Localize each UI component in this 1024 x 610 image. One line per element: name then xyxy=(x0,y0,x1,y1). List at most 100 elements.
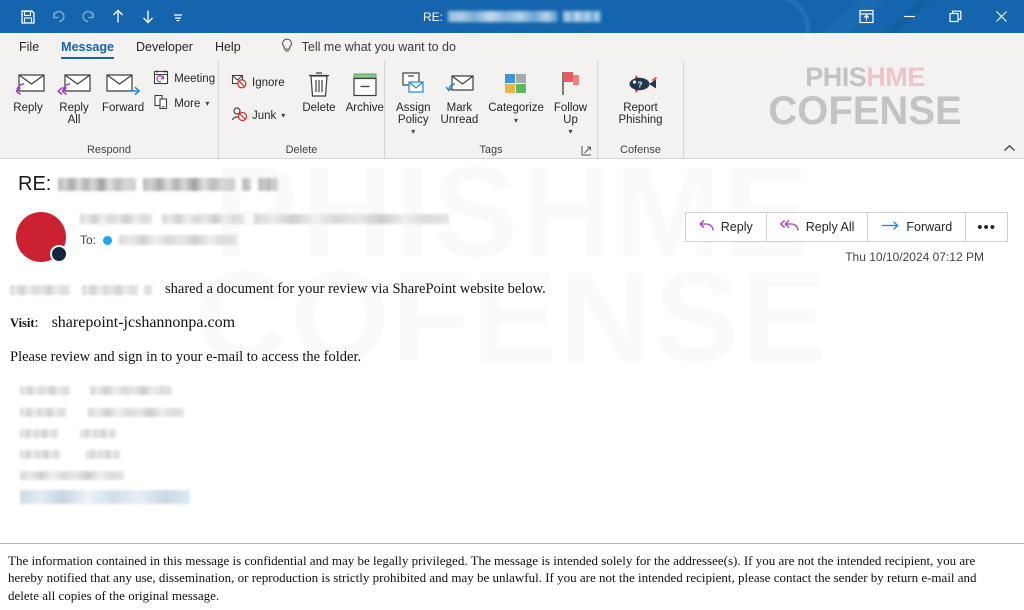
ribbon-report-phishing-label: Report Phishing xyxy=(618,102,663,126)
sender-block: To: xyxy=(80,206,686,247)
ribbon-assign-policy-button[interactable]: Assign Policy ▾ xyxy=(391,64,436,139)
sender-name-redacted-1 xyxy=(80,214,152,224)
signature-redacted-2a xyxy=(20,407,66,417)
quick-access-toolbar xyxy=(0,4,192,30)
ribbon-report-phishing-button[interactable]: ? Report Phishing xyxy=(603,64,678,126)
ribbon-group-tags-label: Tags xyxy=(385,142,597,158)
tab-developer[interactable]: Developer xyxy=(125,33,204,61)
ribbon-archive-label: Archive xyxy=(345,102,384,114)
message-reply-all-button[interactable]: Reply All xyxy=(765,212,869,242)
ribbon-mark-unread-button[interactable]: Mark Unread xyxy=(436,64,484,126)
undo-icon[interactable] xyxy=(44,4,72,30)
body-line-1: shared a document for your review via Sh… xyxy=(10,281,1008,297)
tell-me-search[interactable]: Tell me what you want to do xyxy=(280,33,456,61)
presence-indicator xyxy=(50,245,68,263)
signature-link-redacted xyxy=(20,490,190,504)
ribbon-meeting-button[interactable]: Meeting xyxy=(149,66,219,91)
message-subject: RE: xyxy=(0,159,1024,196)
tab-message-label: Message xyxy=(61,40,114,54)
ribbon-group-respond-label: Respond xyxy=(86,144,132,156)
chevron-down-icon: ▾ xyxy=(411,127,416,136)
tab-help-label: Help xyxy=(214,40,241,54)
ribbon-delete-button[interactable]: Delete xyxy=(297,64,340,115)
forward-icon xyxy=(881,219,899,235)
tab-help[interactable]: Help xyxy=(204,33,252,61)
subject-prefix: RE: xyxy=(18,173,52,195)
ribbon-group-cofense: ? Report Phishing Cofense xyxy=(598,61,684,158)
tags-dialog-launcher-icon[interactable] xyxy=(581,145,593,157)
chevron-down-icon: ▾ xyxy=(205,99,210,108)
to-label: To: xyxy=(80,233,97,247)
signature-redacted-4a xyxy=(20,450,60,460)
ribbon: Reply Reply All Forward Meeting More ▾ R… xyxy=(0,61,1024,159)
close-icon[interactable] xyxy=(978,0,1024,33)
ribbon-junk-button[interactable]: Junk ▾ xyxy=(227,103,289,128)
signature-row-1 xyxy=(20,383,1008,398)
reply-icon xyxy=(698,219,714,235)
next-item-icon[interactable] xyxy=(134,4,162,30)
ribbon-reply-all-button[interactable]: Reply All xyxy=(51,64,97,126)
ribbon-forward-button[interactable]: Forward xyxy=(97,64,149,115)
signature-row-5 xyxy=(20,468,1008,483)
ribbon-forward-label: Forward xyxy=(102,102,145,114)
ribbon-reply-all-label: Reply All xyxy=(59,102,89,126)
message-more-actions-button[interactable]: ••• xyxy=(965,212,1008,242)
ribbon-categorize-label: Categorize xyxy=(488,102,544,114)
delete-icon xyxy=(306,68,332,100)
body-line-1-text: shared a document for your review via Sh… xyxy=(165,281,546,297)
ribbon-assign-policy-label: Assign Policy xyxy=(396,102,431,126)
body-sender-redacted-1 xyxy=(10,284,70,295)
reply-all-icon xyxy=(779,219,799,235)
window-title-prefix: RE: xyxy=(422,9,443,24)
recipient-redacted xyxy=(119,235,238,245)
avatar[interactable] xyxy=(16,212,68,263)
more-actions-icon: ••• xyxy=(977,218,996,236)
chevron-down-icon: ▾ xyxy=(514,115,519,125)
follow-up-icon xyxy=(556,68,584,100)
title-bar: RE: xyxy=(0,0,1024,33)
phishing-url[interactable]: sharepoint-jcshannonpa.com xyxy=(52,314,236,332)
customize-quick-access-toolbar-icon[interactable] xyxy=(164,4,192,30)
subject-redacted-1 xyxy=(58,178,137,191)
redo-icon[interactable] xyxy=(74,4,102,30)
signature-block xyxy=(10,383,1008,504)
ribbon-reply-button[interactable]: Reply xyxy=(5,64,51,115)
previous-item-icon[interactable] xyxy=(104,4,132,30)
signature-redacted-3a xyxy=(20,428,58,438)
restore-icon[interactable] xyxy=(932,0,978,33)
window-title-redacted-2 xyxy=(563,11,601,22)
ribbon-more-button[interactable]: More ▾ xyxy=(149,91,219,116)
signature-redacted-4b xyxy=(85,450,120,460)
collapse-ribbon-icon[interactable] xyxy=(1003,142,1016,156)
ribbon-ignore-label: Ignore xyxy=(252,76,285,89)
ribbon-categorize-button[interactable]: Categorize ▾ xyxy=(483,64,549,127)
ribbon-junk-label: Junk xyxy=(252,109,277,122)
ribbon-archive-button[interactable]: Archive xyxy=(341,64,389,115)
ribbon-follow-up-button[interactable]: Follow Up ▾ xyxy=(549,64,592,139)
sender-line[interactable] xyxy=(80,214,686,224)
ribbon-ignore-button[interactable]: Ignore xyxy=(227,70,289,95)
reply-all-icon xyxy=(56,68,92,100)
message-forward-label: Forward xyxy=(906,220,953,234)
ribbon-mark-unread-label: Mark Unread xyxy=(440,102,479,126)
minimize-icon[interactable] xyxy=(886,0,932,33)
signature-redacted-3b xyxy=(79,428,116,438)
tab-developer-label: Developer xyxy=(135,40,193,54)
message-body: shared a document for your review via Sh… xyxy=(0,264,1024,505)
ribbon-group-tags-text: Tags xyxy=(479,144,503,156)
message-forward-button[interactable]: Forward xyxy=(867,212,967,242)
svg-text:?: ? xyxy=(637,80,642,90)
tab-file[interactable]: File xyxy=(8,33,50,61)
window-controls xyxy=(846,0,1024,33)
subject-redacted-2 xyxy=(143,178,236,191)
ribbon-group-respond: Reply Reply All Forward Meeting More ▾ R… xyxy=(0,61,219,158)
tab-message[interactable]: Message xyxy=(50,33,125,61)
body-sender-redacted-3 xyxy=(144,284,152,295)
body-line-3: Please review and sign in to your e-mail… xyxy=(10,349,362,366)
meeting-icon xyxy=(153,69,169,88)
ribbon-display-options-icon[interactable] xyxy=(846,0,886,33)
save-icon[interactable] xyxy=(14,4,42,30)
message-reply-button[interactable]: Reply xyxy=(684,212,767,242)
signature-row-6[interactable] xyxy=(20,489,1008,504)
signature-redacted-1a xyxy=(20,386,70,396)
